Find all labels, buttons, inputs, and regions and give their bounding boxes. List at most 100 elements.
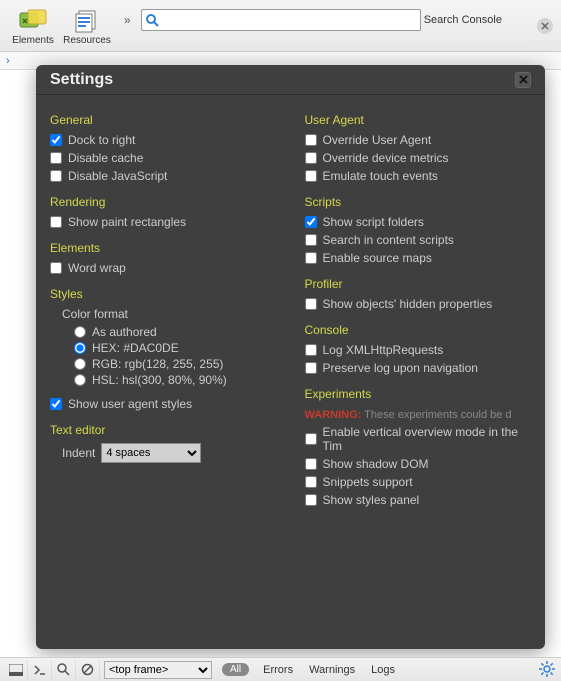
toolbar-chevron[interactable]: » (124, 13, 131, 27)
settings-panel: Settings General Dock to right Disable c… (36, 65, 545, 649)
indent-select[interactable]: 4 spaces (101, 443, 201, 463)
option-vertical-overview[interactable]: Enable vertical overview mode in the Tim (305, 425, 538, 453)
checkbox-override-ua[interactable] (305, 134, 317, 146)
section-text-editor: Text editor (50, 423, 283, 437)
elements-tab[interactable]: Elements (6, 2, 60, 50)
radio-as-authored[interactable] (74, 326, 86, 338)
filter-logs[interactable]: Logs (371, 664, 395, 676)
console-bottom-bar: <top frame> All Errors Warnings Logs (0, 657, 561, 681)
section-console: Console (305, 323, 538, 337)
section-elements: Elements (50, 241, 283, 255)
checkbox-styles-panel[interactable] (305, 494, 317, 506)
option-disable-js[interactable]: Disable JavaScript (50, 169, 283, 183)
section-experiments: Experiments (305, 387, 538, 401)
main-toolbar: Elements Resources » Search Console (0, 0, 561, 52)
section-general: General (50, 113, 283, 127)
warning-text: These experiments could be d (361, 409, 511, 421)
elements-icon (17, 7, 49, 35)
clear-button[interactable] (76, 660, 100, 680)
dock-toggle-button[interactable] (4, 660, 28, 680)
search-button[interactable] (52, 660, 76, 680)
checkbox-search-content[interactable] (305, 234, 317, 246)
checkbox-preserve-log[interactable] (305, 362, 317, 374)
indent-label: Indent (62, 446, 95, 460)
resources-tab-label: Resources (63, 35, 111, 46)
checkbox-enable-maps[interactable] (305, 252, 317, 264)
settings-header: Settings (36, 65, 545, 95)
search-console-input[interactable] (162, 11, 420, 29)
option-rgb[interactable]: RGB: rgb(128, 255, 255) (74, 357, 283, 371)
label-color-format: Color format (62, 307, 283, 321)
checkbox-log-xhr[interactable] (305, 344, 317, 356)
prompt-icon (33, 664, 47, 676)
option-log-xhr[interactable]: Log XMLHttpRequests (305, 343, 538, 357)
option-shadow-dom[interactable]: Show shadow DOM (305, 457, 538, 471)
clear-icon (81, 663, 94, 676)
filter-all[interactable]: All (222, 663, 249, 676)
option-enable-maps[interactable]: Enable source maps (305, 251, 538, 265)
option-dock-to-right[interactable]: Dock to right (50, 133, 283, 147)
option-show-ua-styles[interactable]: Show user agent styles (50, 397, 283, 411)
filter-errors[interactable]: Errors (263, 664, 293, 676)
settings-left-column: General Dock to right Disable cache Disa… (36, 95, 291, 649)
settings-gear-button[interactable] (539, 661, 555, 680)
settings-body: General Dock to right Disable cache Disa… (36, 95, 545, 649)
option-show-hidden[interactable]: Show objects' hidden properties (305, 297, 538, 311)
color-format-radio-group: As authored HEX: #DAC0DE RGB: rgb(128, 2… (74, 325, 283, 387)
checkbox-snippets[interactable] (305, 476, 317, 488)
option-snippets[interactable]: Snippets support (305, 475, 538, 489)
option-hsl[interactable]: HSL: hsl(300, 80%, 90%) (74, 373, 283, 387)
checkbox-show-hidden[interactable] (305, 298, 317, 310)
experiments-warning: WARNING: These experiments could be d (305, 407, 538, 421)
search-icon (142, 13, 162, 27)
frame-select[interactable]: <top frame> (104, 661, 212, 679)
checkbox-vertical-overview[interactable] (305, 433, 317, 445)
magnify-icon (57, 663, 70, 676)
checkbox-dock-to-right[interactable] (50, 134, 62, 146)
settings-right-column: User Agent Override User Agent Override … (291, 95, 546, 649)
checkbox-shadow-dom[interactable] (305, 458, 317, 470)
radio-rgb[interactable] (74, 358, 86, 370)
option-emulate-touch[interactable]: Emulate touch events (305, 169, 538, 183)
settings-close-button[interactable] (515, 72, 531, 88)
resources-tab[interactable]: Resources (60, 2, 114, 50)
section-scripts: Scripts (305, 195, 538, 209)
option-show-folders[interactable]: Show script folders (305, 215, 538, 229)
settings-title: Settings (50, 71, 113, 89)
option-word-wrap[interactable]: Word wrap (50, 261, 283, 275)
checkbox-override-metrics[interactable] (305, 152, 317, 164)
checkbox-disable-js[interactable] (50, 170, 62, 182)
option-override-metrics[interactable]: Override device metrics (305, 151, 538, 165)
checkbox-emulate-touch[interactable] (305, 170, 317, 182)
section-user-agent: User Agent (305, 113, 538, 127)
option-as-authored[interactable]: As authored (74, 325, 283, 339)
radio-hsl[interactable] (74, 374, 86, 386)
option-preserve-log[interactable]: Preserve log upon navigation (305, 361, 538, 375)
section-styles: Styles (50, 287, 283, 301)
checkbox-word-wrap[interactable] (50, 262, 62, 274)
search-console-label: Search Console (424, 14, 502, 26)
search-console-wrap[interactable] (141, 9, 421, 31)
section-profiler: Profiler (305, 277, 538, 291)
section-rendering: Rendering (50, 195, 283, 209)
radio-hex[interactable] (74, 342, 86, 354)
checkbox-show-folders[interactable] (305, 216, 317, 228)
option-show-paint[interactable]: Show paint rectangles (50, 215, 283, 229)
option-hex[interactable]: HEX: #DAC0DE (74, 341, 283, 355)
console-prompt-button[interactable] (28, 660, 52, 680)
toolbar-close-button[interactable] (537, 18, 553, 34)
option-disable-cache[interactable]: Disable cache (50, 151, 283, 165)
checkbox-show-paint[interactable] (50, 216, 62, 228)
dock-icon (9, 664, 23, 676)
indent-row: Indent 4 spaces (62, 443, 283, 463)
filter-warnings[interactable]: Warnings (309, 664, 355, 676)
gear-icon (539, 661, 555, 677)
checkbox-disable-cache[interactable] (50, 152, 62, 164)
warning-label: WARNING: (305, 409, 362, 421)
option-search-content[interactable]: Search in content scripts (305, 233, 538, 247)
option-styles-panel[interactable]: Show styles panel (305, 493, 538, 507)
resources-icon (71, 7, 103, 35)
checkbox-show-ua-styles[interactable] (50, 398, 62, 410)
option-override-ua[interactable]: Override User Agent (305, 133, 538, 147)
breadcrumb-chevron[interactable]: › (6, 55, 10, 67)
